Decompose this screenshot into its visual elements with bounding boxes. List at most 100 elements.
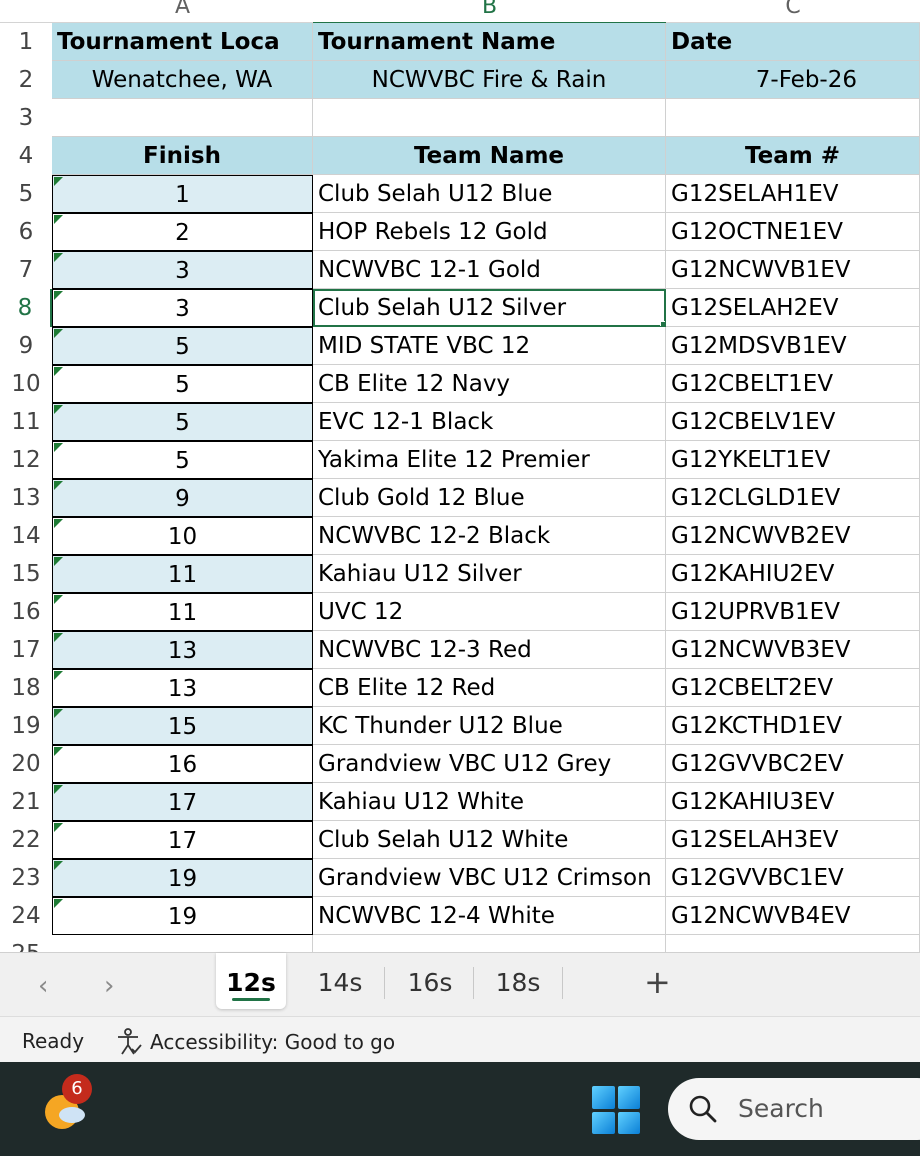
team-number-cell[interactable]: G12UPRVB1EV	[666, 593, 920, 631]
finish-cell[interactable]: 19	[52, 897, 313, 935]
team-name-cell[interactable]: NCWVBC 12-2 Black	[313, 517, 666, 555]
team-name-cell[interactable]: NCWVBC 12-1 Gold	[313, 251, 666, 289]
row-header[interactable]: 9	[0, 327, 52, 365]
add-sheet-icon[interactable]: +	[644, 963, 671, 1001]
sheet-tab-14s[interactable]: 14s	[300, 953, 380, 1009]
team-name-cell[interactable]: NCWVBC 12-4 White	[313, 897, 666, 935]
team-number-cell[interactable]: G12SELAH2EV	[666, 289, 920, 327]
row-header[interactable]: 20	[0, 745, 52, 783]
value-tournament-location[interactable]: Wenatchee, WA	[52, 61, 313, 99]
column-title-team-number[interactable]: Team #	[666, 137, 920, 175]
team-name-cell[interactable]: NCWVBC 12-3 Red	[313, 631, 666, 669]
finish-cell[interactable]: 9	[52, 479, 313, 517]
finish-cell[interactable]: 11	[52, 593, 313, 631]
row-header[interactable]: 25	[0, 935, 52, 952]
team-number-cell[interactable]: G12KAHIU2EV	[666, 555, 920, 593]
team-name-cell[interactable]: Kahiau U12 Silver	[313, 555, 666, 593]
row-header[interactable]: 4	[0, 137, 52, 175]
row-header[interactable]: 8	[0, 289, 52, 327]
team-name-cell[interactable]: Club Gold 12 Blue	[313, 479, 666, 517]
empty-cell[interactable]	[666, 935, 920, 952]
team-name-cell[interactable]: HOP Rebels 12 Gold	[313, 213, 666, 251]
finish-cell[interactable]: 5	[52, 441, 313, 479]
row-header[interactable]: 3	[0, 99, 52, 137]
row-header[interactable]: 13	[0, 479, 52, 517]
team-name-cell[interactable]: UVC 12	[313, 593, 666, 631]
row-header[interactable]: 6	[0, 213, 52, 251]
team-name-cell[interactable]: CB Elite 12 Navy	[313, 365, 666, 403]
team-number-cell[interactable]: G12KAHIU3EV	[666, 783, 920, 821]
empty-cell[interactable]	[52, 99, 313, 137]
column-header-a[interactable]: A	[52, 0, 313, 23]
team-number-cell[interactable]: G12CBELT2EV	[666, 669, 920, 707]
team-name-cell[interactable]: Club Selah U12 Silver	[313, 289, 666, 327]
finish-cell[interactable]: 19	[52, 859, 313, 897]
row-header[interactable]: 24	[0, 897, 52, 935]
team-number-cell[interactable]: G12SELAH1EV	[666, 175, 920, 213]
prev-sheet-icon[interactable]: ‹	[38, 971, 48, 1001]
finish-cell[interactable]: 5	[52, 365, 313, 403]
value-tournament-name[interactable]: NCWVBC Fire & Rain	[313, 61, 666, 99]
row-header[interactable]: 5	[0, 175, 52, 213]
row-header[interactable]: 22	[0, 821, 52, 859]
finish-cell[interactable]: 3	[52, 289, 313, 327]
row-header[interactable]: 1	[0, 23, 52, 61]
team-number-cell[interactable]: G12NCWVB2EV	[666, 517, 920, 555]
column-title-team-name[interactable]: Team Name	[313, 137, 666, 175]
empty-cell[interactable]	[52, 935, 313, 952]
team-number-cell[interactable]: G12CBELT1EV	[666, 365, 920, 403]
spreadsheet-grid[interactable]: A B C 1 2 3 4 5 6 7 8 9 10 11 12 13 14 15 16 17 18 19 20 21 2…	[0, 0, 920, 952]
team-name-cell[interactable]: CB Elite 12 Red	[313, 669, 666, 707]
team-number-cell[interactable]: G12GVVBC2EV	[666, 745, 920, 783]
team-name-cell[interactable]: MID STATE VBC 12	[313, 327, 666, 365]
row-header[interactable]: 14	[0, 517, 52, 555]
team-number-cell[interactable]: G12OCTNE1EV	[666, 213, 920, 251]
windows-start-icon[interactable]	[592, 1086, 640, 1134]
team-name-cell[interactable]: Yakima Elite 12 Premier	[313, 441, 666, 479]
empty-cell[interactable]	[666, 99, 920, 137]
label-date[interactable]: Date	[666, 23, 920, 61]
finish-cell[interactable]: 11	[52, 555, 313, 593]
row-header[interactable]: 11	[0, 403, 52, 441]
finish-cell[interactable]: 3	[52, 251, 313, 289]
row-header[interactable]: 19	[0, 707, 52, 745]
team-number-cell[interactable]: G12NCWVB4EV	[666, 897, 920, 935]
team-number-cell[interactable]: G12NCWVB3EV	[666, 631, 920, 669]
empty-cell[interactable]	[313, 99, 666, 137]
row-header[interactable]: 2	[0, 61, 52, 99]
taskbar-search[interactable]: Search	[668, 1078, 920, 1140]
finish-cell[interactable]: 13	[52, 669, 313, 707]
team-number-cell[interactable]: G12KCTHD1EV	[666, 707, 920, 745]
select-all-corner[interactable]	[0, 0, 52, 23]
finish-cell[interactable]: 17	[52, 821, 313, 859]
team-number-cell[interactable]: G12NCWVB1EV	[666, 251, 920, 289]
row-header[interactable]: 12	[0, 441, 52, 479]
finish-cell[interactable]: 1	[52, 175, 313, 213]
sheet-tab-16s[interactable]: 16s	[390, 953, 470, 1009]
value-date[interactable]: 7-Feb-26	[666, 61, 920, 99]
team-name-cell[interactable]: KC Thunder U12 Blue	[313, 707, 666, 745]
row-header[interactable]: 10	[0, 365, 52, 403]
row-header[interactable]: 16	[0, 593, 52, 631]
team-number-cell[interactable]: G12SELAH3EV	[666, 821, 920, 859]
finish-cell[interactable]: 13	[52, 631, 313, 669]
finish-cell[interactable]: 15	[52, 707, 313, 745]
accessibility-status[interactable]: Accessibility: Good to go	[114, 1027, 395, 1057]
finish-cell[interactable]: 16	[52, 745, 313, 783]
finish-cell[interactable]: 5	[52, 403, 313, 441]
team-number-cell[interactable]: G12CLGLD1EV	[666, 479, 920, 517]
row-header[interactable]: 21	[0, 783, 52, 821]
finish-cell[interactable]: 5	[52, 327, 313, 365]
finish-cell[interactable]: 10	[52, 517, 313, 555]
row-header[interactable]: 17	[0, 631, 52, 669]
team-number-cell[interactable]: G12CBELV1EV	[666, 403, 920, 441]
empty-cell[interactable]	[313, 935, 666, 952]
row-header[interactable]: 18	[0, 669, 52, 707]
label-tournament-name[interactable]: Tournament Name	[313, 23, 666, 61]
team-name-cell[interactable]: Grandview VBC U12 Crimson	[313, 859, 666, 897]
column-header-b[interactable]: B	[313, 0, 666, 24]
column-title-finish[interactable]: Finish	[52, 137, 313, 175]
row-header[interactable]: 7	[0, 251, 52, 289]
team-number-cell[interactable]: G12MDSVB1EV	[666, 327, 920, 365]
label-tournament-location[interactable]: Tournament Loca	[52, 23, 313, 61]
